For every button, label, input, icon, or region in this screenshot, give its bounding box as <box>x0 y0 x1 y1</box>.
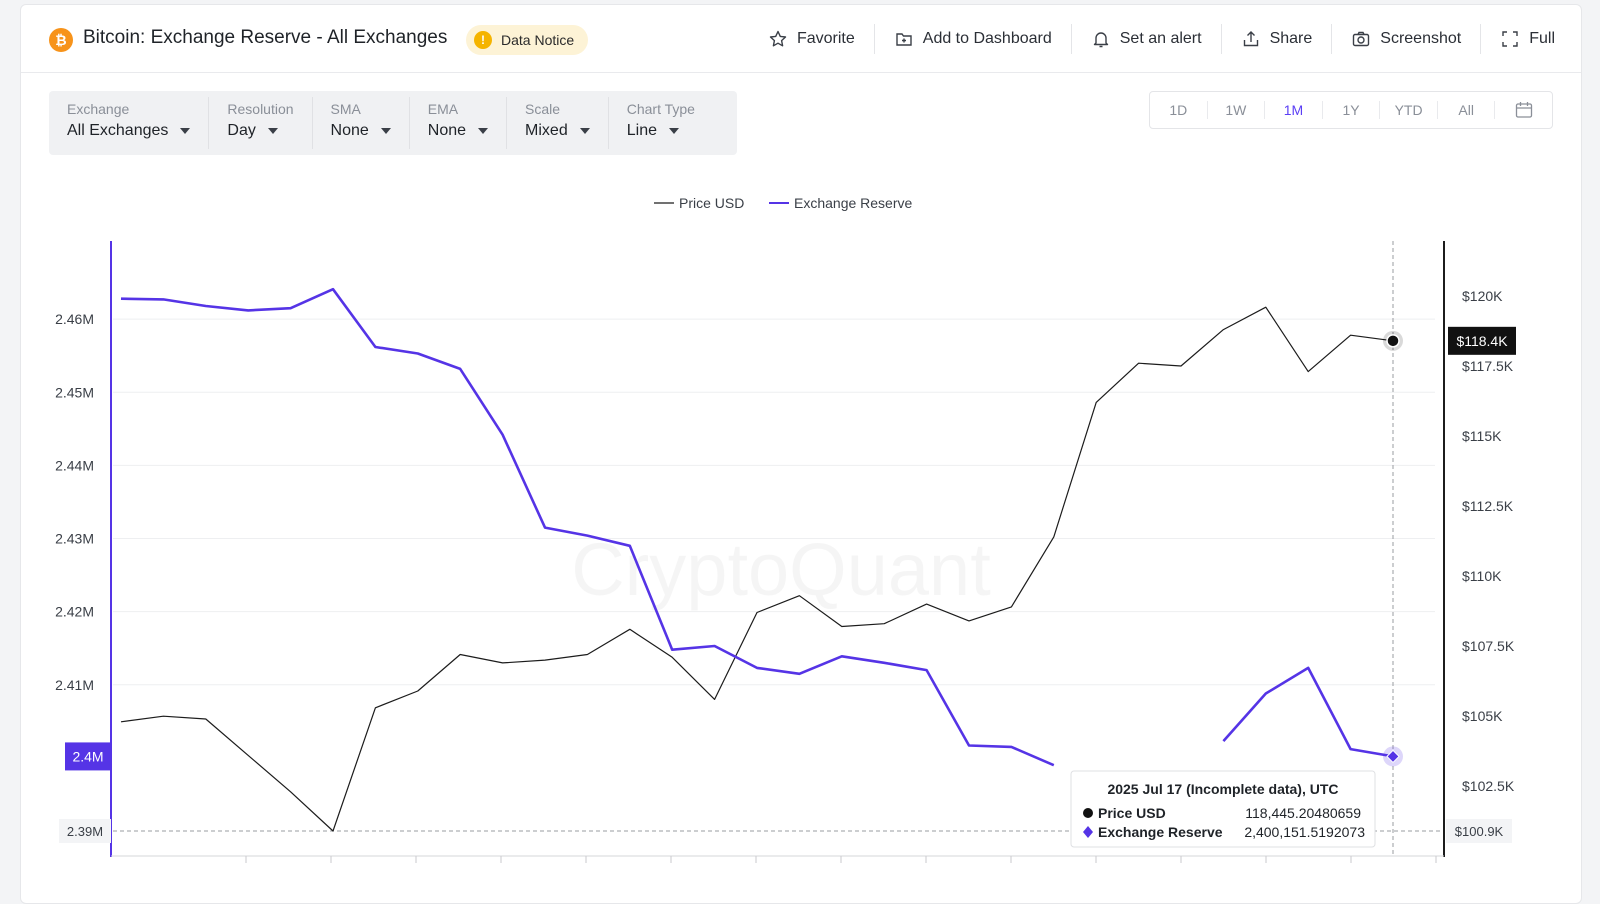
left-axis-tick: 2.45M <box>55 384 94 400</box>
right-axis-tick: $110K <box>1462 568 1502 584</box>
right-axis-tick: $112.5K <box>1462 498 1514 514</box>
exchange-reserve-line <box>1222 666 1394 758</box>
right-axis-tick: $120K <box>1462 288 1503 304</box>
left-axis-tick: 2.42M <box>55 604 94 620</box>
left-axis-tick: 2.44M <box>55 457 94 473</box>
current-price-label: $118.4K <box>1456 333 1508 349</box>
right-axis-tick: $107.5K <box>1462 638 1515 654</box>
tooltip-title: 2025 Jul 17 (Incomplete data), UTC <box>1107 781 1338 797</box>
tooltip-reserve-label: Exchange Reserve <box>1098 824 1223 840</box>
left-axis-tick: 2.43M <box>55 531 94 547</box>
current-reserve-label: 2.4M <box>72 748 103 764</box>
price-marker <box>1386 334 1400 348</box>
watermark: CryptoQuant <box>571 528 991 611</box>
right-axis-tick: $115K <box>1462 428 1502 444</box>
chart-card: ₿ Bitcoin: Exchange Reserve - All Exchan… <box>20 4 1582 904</box>
reserve-min-label: 2.39M <box>67 824 103 839</box>
left-axis-tick: 2.46M <box>55 311 94 327</box>
tooltip-price-value: 118,445.20480659 <box>1245 805 1361 821</box>
tooltip-price-marker <box>1083 808 1093 818</box>
tooltip-reserve-value: 2,400,151.5192073 <box>1244 824 1365 840</box>
right-axis-tick: $117.5K <box>1462 358 1514 374</box>
chart-area[interactable]: CryptoQuant Price USD Exchange Reserve 2.46… <box>21 5 1582 904</box>
right-axis-tick: $105K <box>1462 708 1503 724</box>
legend-label-price: Price USD <box>679 195 744 211</box>
price-min-label: $100.9K <box>1455 824 1504 839</box>
tooltip-price-label: Price USD <box>1098 805 1166 821</box>
right-axis-tick: $102.5K <box>1462 778 1515 794</box>
left-axis-tick: 2.41M <box>55 677 94 693</box>
legend-label-reserve: Exchange Reserve <box>794 195 913 211</box>
